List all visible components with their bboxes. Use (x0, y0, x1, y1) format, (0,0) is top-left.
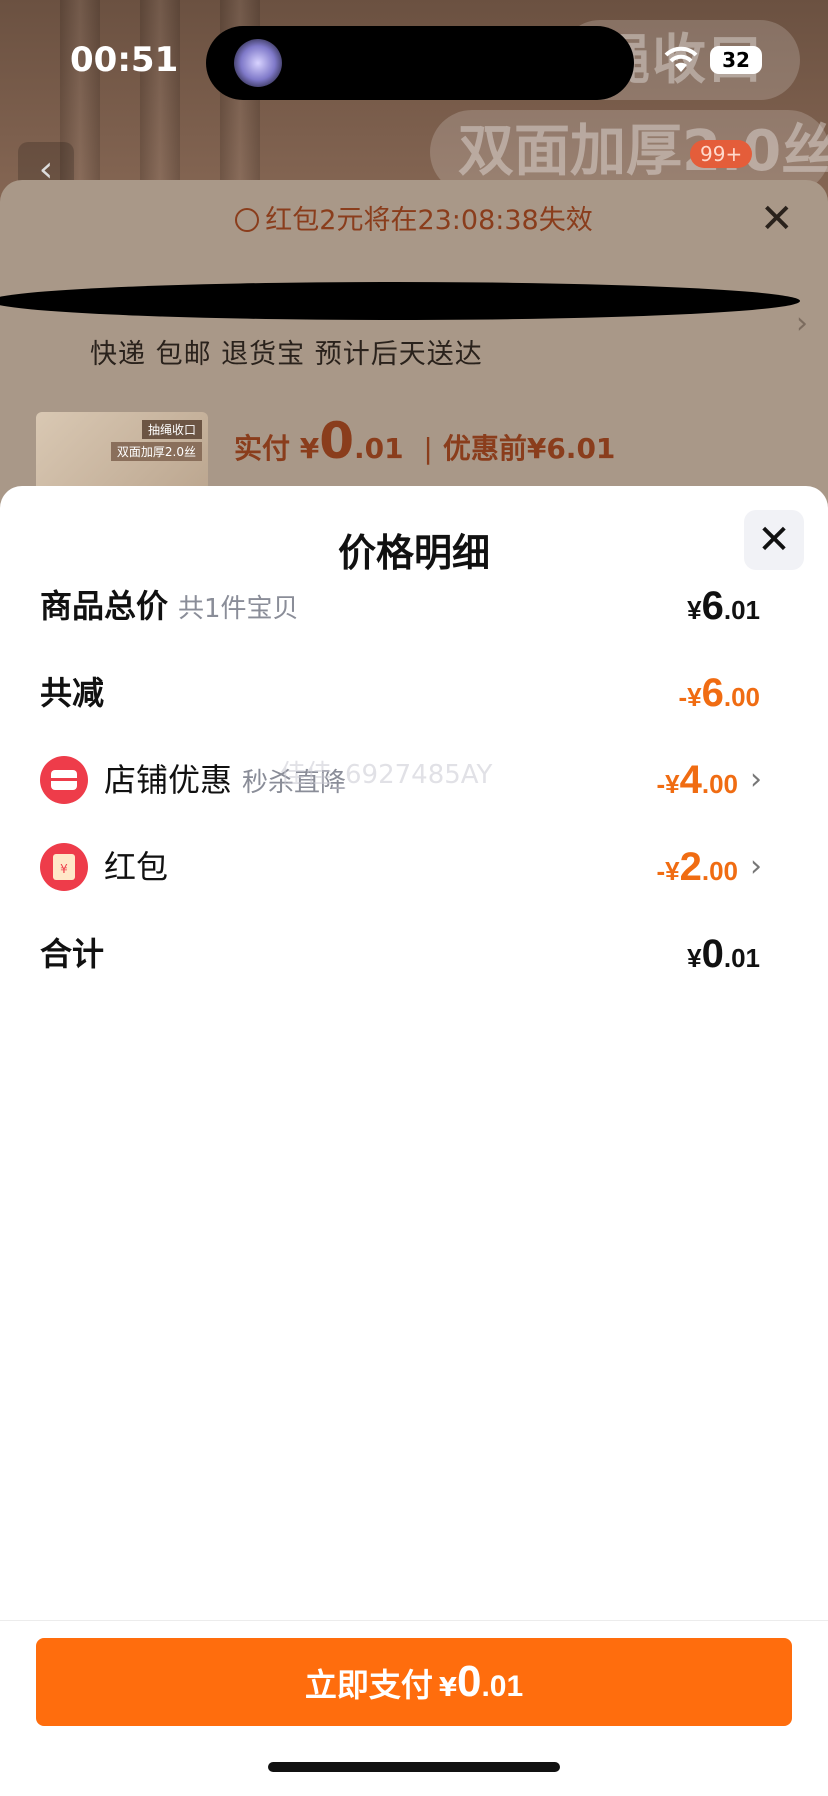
total-row: 合计 ¥0.01 (40, 924, 760, 984)
divider (0, 1620, 828, 1621)
shop-icon (40, 756, 88, 804)
user-watermark: 佳佳_6927485AY (280, 760, 493, 790)
red-packet-row[interactable]: ¥ 红包 -¥2.00 › (40, 837, 762, 897)
clock-icon (235, 208, 260, 232)
paid-price: 实付 ¥0.01 | 优惠前¥6.01 (234, 412, 616, 470)
chevron-right-icon: › (750, 849, 762, 884)
battery-indicator: 32 (710, 46, 762, 74)
flashlight-icon (234, 39, 282, 87)
thumbnail-tag: 抽绳收口 (141, 420, 202, 439)
total-reduction-row: 共减 -¥6.00 (40, 663, 760, 723)
home-indicator[interactable] (268, 1762, 560, 1772)
thumbnail-tag: 双面加厚2.0丝 (110, 442, 202, 461)
red-packet-label: 红包 (104, 848, 169, 886)
chevron-right-icon[interactable]: › (796, 306, 808, 341)
close-icon[interactable]: ✕ (760, 196, 794, 242)
red-packet-icon: ¥ (40, 843, 88, 891)
total-label: 合计 (40, 935, 105, 973)
total-amount: ¥0.01 (687, 932, 760, 976)
total-reduction-amount: -¥6.00 (678, 671, 760, 715)
subtotal-row: 商品总价 共1件宝贝 ¥6.01 (40, 576, 760, 636)
chevron-right-icon: › (750, 762, 762, 797)
total-reduction-label: 共减 (40, 674, 105, 712)
close-button[interactable]: ✕ (744, 510, 804, 570)
cart-count-badge: 99+ (690, 140, 753, 168)
modal-title: 价格明细 (337, 531, 490, 575)
shop-discount-amount: -¥4.00 (656, 758, 738, 802)
subtotal-label: 商品总价 共1件宝贝 (40, 587, 299, 625)
redacted-address (0, 282, 800, 320)
status-time: 00:51 (70, 40, 179, 80)
wifi-icon (664, 46, 698, 72)
curtain-decoration (140, 0, 180, 200)
close-icon: ✕ (757, 517, 791, 563)
red-packet-expiry-notice: 红包2元将在23:08:38失效 (0, 198, 828, 237)
subtotal-amount: ¥6.01 (687, 584, 760, 628)
red-packet-amount: -¥2.00 (656, 845, 738, 889)
item-count: 共1件宝贝 (178, 594, 299, 624)
shipping-info: 快递 包邮 退货宝 预计后天送达 (90, 339, 483, 370)
pay-now-button[interactable]: 立即支付 ¥0.01 (36, 1638, 792, 1726)
dynamic-island (206, 26, 634, 100)
price-detail-modal: 价格明细 ✕ 商品总价 共1件宝贝 ¥6.01 共减 -¥6.00 店铺优惠 秒杀直… (0, 486, 828, 1796)
